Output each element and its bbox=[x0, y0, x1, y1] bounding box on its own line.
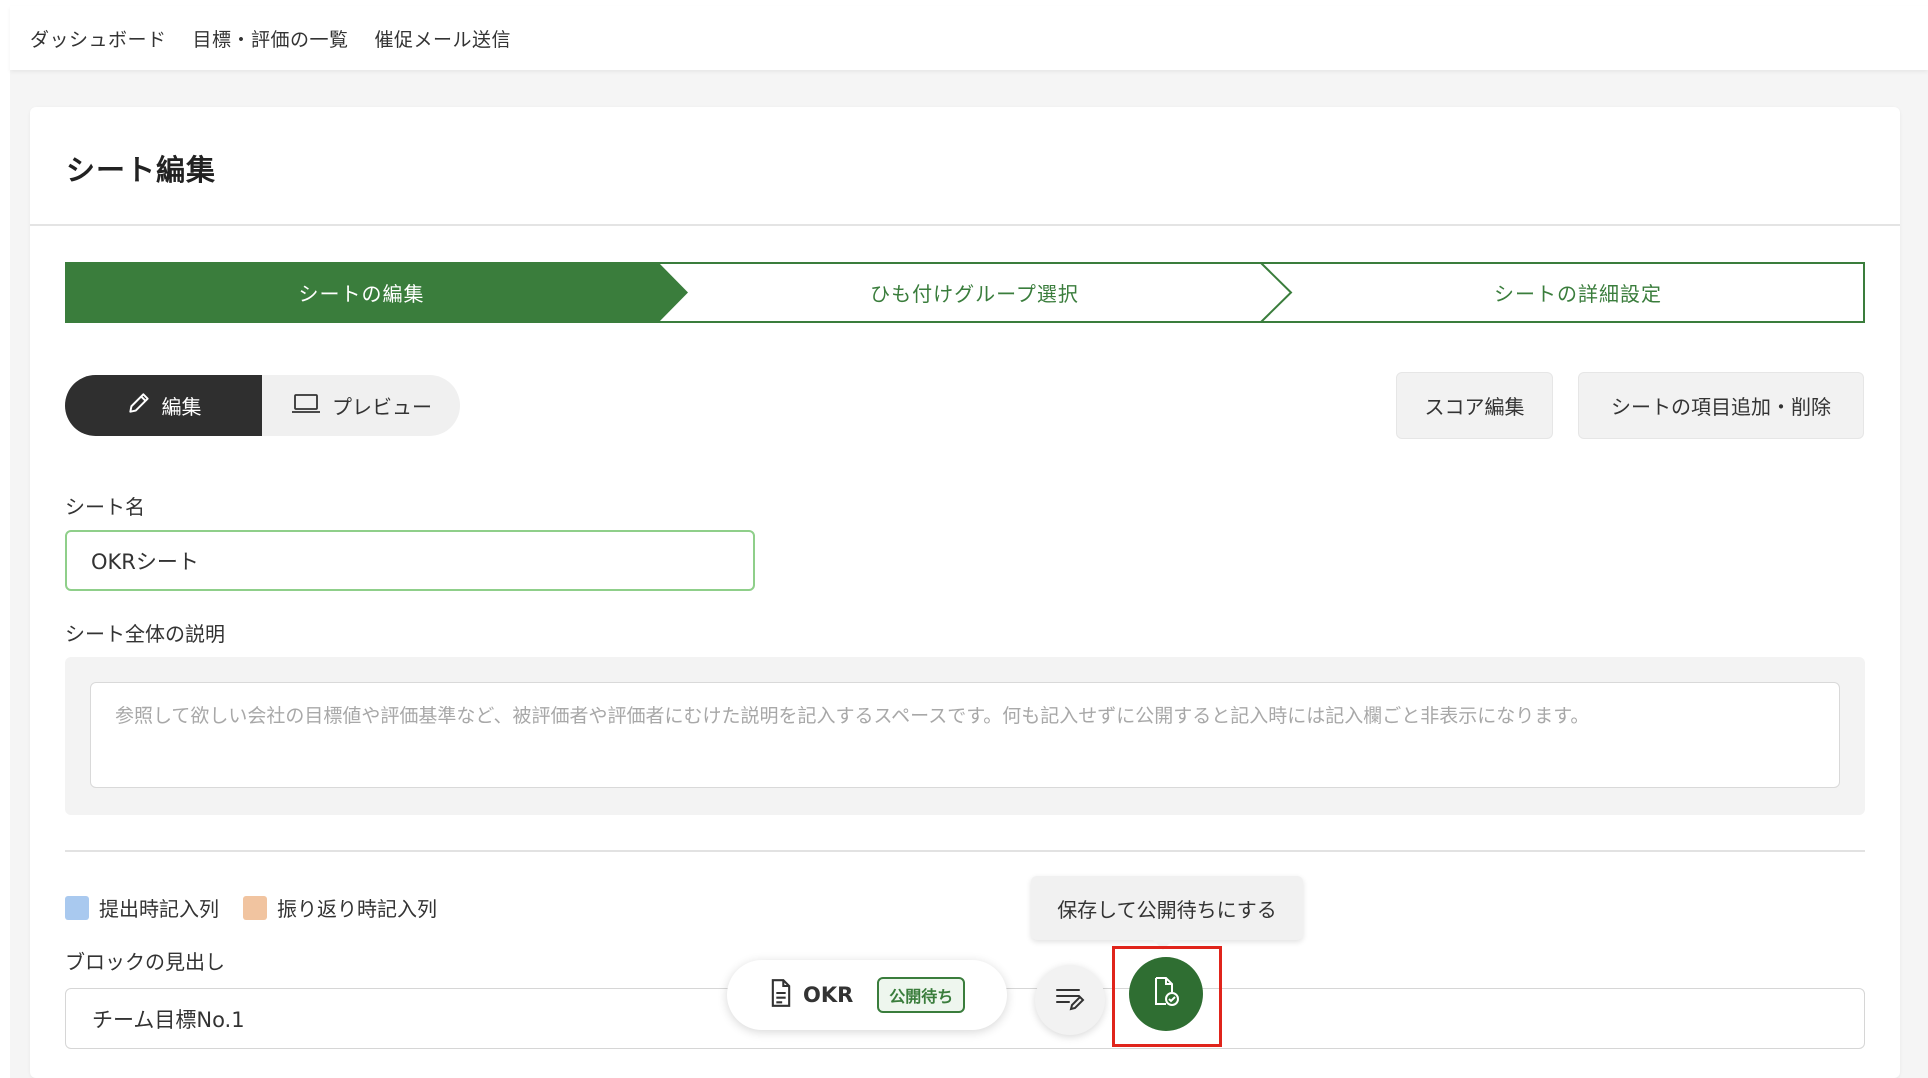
top-nav: ダッシュボード 目標・評価の一覧 催促メール送信 bbox=[10, 6, 1928, 70]
highlight-box bbox=[1112, 946, 1222, 1047]
section-divider bbox=[65, 850, 1865, 852]
edit-mode-label: 編集 bbox=[161, 395, 202, 419]
laptop-icon bbox=[290, 390, 322, 421]
step-detail-settings[interactable]: シートの詳細設定 bbox=[1291, 262, 1865, 323]
document-icon bbox=[769, 979, 793, 1011]
edit-mode-button[interactable]: 編集 bbox=[65, 375, 262, 436]
description-textarea[interactable] bbox=[90, 682, 1840, 788]
nav-reminder-email[interactable]: 催促メール送信 bbox=[375, 25, 512, 52]
edit-list-button[interactable] bbox=[1035, 965, 1105, 1035]
status-badge: 公開待ち bbox=[877, 977, 966, 1013]
score-edit-button[interactable]: スコア編集 bbox=[1396, 372, 1553, 439]
description-section bbox=[65, 657, 1865, 815]
submit-legend-label: 提出時記入列 bbox=[99, 897, 219, 921]
list-edit-icon bbox=[1054, 984, 1086, 1016]
publish-tooltip: 保存して公開待ちにする bbox=[1031, 876, 1303, 950]
nav-goals-evaluations[interactable]: 目標・評価の一覧 bbox=[193, 25, 349, 52]
submit-swatch bbox=[65, 895, 89, 920]
pencil-icon bbox=[126, 390, 152, 421]
title-divider bbox=[30, 224, 1900, 226]
preview-mode-button[interactable]: プレビュー bbox=[262, 375, 460, 436]
review-swatch bbox=[243, 895, 267, 920]
sheet-status-pill: OKR 公開待ち bbox=[727, 960, 1007, 1030]
sheet-name-input[interactable] bbox=[65, 530, 755, 591]
preview-mode-label: プレビュー bbox=[332, 395, 432, 419]
block-heading-label: ブロックの見出し bbox=[65, 950, 225, 974]
page-title: シート編集 bbox=[66, 153, 217, 187]
step-2-arrow bbox=[1260, 262, 1293, 323]
nav-dashboard[interactable]: ダッシュボード bbox=[30, 25, 167, 52]
review-legend-label: 振り返り時記入列 bbox=[277, 897, 437, 921]
description-label: シート全体の説明 bbox=[65, 622, 225, 646]
add-remove-items-button[interactable]: シートの項目追加・削除 bbox=[1578, 372, 1864, 439]
sheet-name-label: シート名 bbox=[65, 495, 145, 519]
sheet-edit-card: シート編集 bbox=[30, 107, 1900, 1078]
sheet-title-text: OKR bbox=[803, 983, 854, 1007]
progress-stepper: シートの編集 ひも付けグループ選択 シートの詳細設定 bbox=[65, 262, 1865, 323]
step-sheet-edit[interactable]: シートの編集 bbox=[65, 262, 658, 323]
column-legend: 提出時記入列 振り返り時記入列 bbox=[65, 893, 437, 922]
step-group-select[interactable]: ひも付けグループ選択 bbox=[688, 262, 1261, 323]
mode-toggle: 編集 プレビュー bbox=[65, 375, 460, 436]
